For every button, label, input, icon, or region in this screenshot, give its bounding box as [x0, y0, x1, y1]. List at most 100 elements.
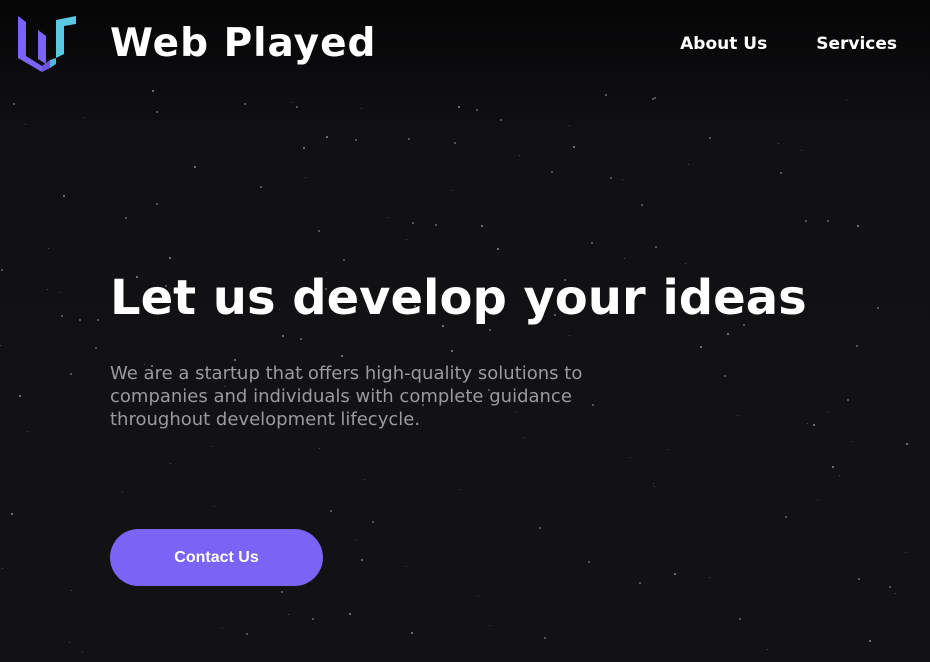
star-dot: [780, 172, 782, 174]
star-dot: [125, 217, 127, 219]
star-dot: [122, 492, 123, 493]
star-dot: [654, 97, 656, 99]
star-dot: [877, 307, 879, 309]
star-dot: [906, 443, 908, 445]
star-dot: [591, 242, 593, 244]
star-dot: [630, 457, 631, 458]
star-dot: [839, 475, 840, 476]
nav-link-services[interactable]: Services: [816, 32, 897, 56]
star-dot: [13, 103, 15, 105]
star-dot: [674, 573, 676, 575]
star-dot: [807, 423, 808, 424]
star-dot: [622, 179, 623, 180]
star-dot: [212, 446, 213, 447]
site-header: Web Played About Us Services: [0, 0, 930, 90]
star-dot: [610, 177, 612, 179]
star-dot: [454, 142, 456, 144]
star-dot: [214, 506, 215, 507]
star-dot: [569, 125, 570, 126]
star-dot: [355, 539, 356, 540]
star-dot: [639, 582, 641, 584]
star-dot: [588, 561, 590, 563]
landing-page: Web Played About Us Services Let us deve…: [0, 0, 930, 662]
star-dot: [411, 632, 413, 634]
star-dot: [169, 257, 171, 259]
star-dot: [832, 466, 834, 468]
star-dot: [408, 138, 410, 140]
star-dot: [83, 117, 84, 118]
star-dot: [364, 479, 365, 480]
star-dot: [805, 220, 807, 222]
star-dot: [296, 106, 298, 108]
star-dot: [25, 124, 26, 125]
star-dot: [767, 649, 768, 650]
star-dot: [544, 637, 546, 639]
star-dot: [361, 108, 362, 109]
star-dot: [388, 217, 389, 218]
star-dot: [847, 399, 849, 401]
star-dot: [330, 510, 332, 512]
star-dot: [97, 319, 99, 321]
hero-subtitle: We are a startup that offers high-qualit…: [110, 363, 583, 430]
star-dot: [300, 338, 302, 340]
star-dot: [451, 350, 453, 352]
star-dot: [489, 625, 490, 626]
star-dot: [856, 345, 858, 347]
contact-us-button[interactable]: Contact Us: [110, 529, 323, 586]
star-dot: [451, 190, 452, 191]
star-dot: [95, 347, 97, 349]
star-dot: [11, 513, 13, 515]
star-dot: [592, 404, 594, 406]
star-dot: [852, 441, 853, 442]
star-dot: [372, 521, 374, 523]
star-dot: [435, 224, 437, 226]
star-dot: [778, 143, 779, 144]
star-dot: [652, 98, 654, 100]
star-dot: [312, 618, 314, 620]
star-dot: [869, 640, 871, 642]
star-dot: [685, 263, 686, 264]
hero-title: Let us develop your ideas: [110, 270, 807, 326]
star-dot: [478, 595, 479, 596]
star-dot: [194, 166, 196, 168]
star-dot: [156, 203, 158, 205]
star-dot: [27, 431, 28, 432]
star-dot: [69, 642, 70, 643]
star-dot: [827, 220, 829, 222]
star-dot: [551, 171, 553, 173]
star-dot: [641, 204, 643, 206]
star-dot: [0, 345, 1, 346]
star-dot: [813, 424, 815, 426]
star-dot: [668, 449, 669, 450]
star-dot: [605, 94, 607, 96]
star-dot: [361, 559, 363, 561]
star-dot: [846, 100, 847, 101]
brand-name[interactable]: Web Played: [110, 20, 376, 68]
star-dot: [709, 577, 710, 578]
w-logo-icon[interactable]: [16, 12, 78, 72]
star-dot: [827, 412, 828, 413]
star-dot: [2, 568, 3, 569]
star-dot: [282, 335, 284, 337]
star-dot: [569, 335, 570, 336]
star-dot: [349, 613, 351, 615]
star-dot: [727, 333, 729, 335]
main-nav: About Us Services: [680, 32, 897, 56]
star-dot: [889, 586, 891, 588]
star-dot: [688, 164, 689, 165]
star-dot: [458, 106, 460, 108]
star-dot: [341, 355, 343, 357]
star-dot: [260, 186, 262, 188]
star-dot: [281, 591, 283, 593]
star-dot: [152, 90, 154, 92]
star-dot: [61, 315, 63, 317]
star-dot: [244, 103, 246, 105]
star-dot: [222, 628, 223, 629]
star-dot: [406, 239, 407, 240]
star-dot: [905, 552, 906, 553]
star-dot: [82, 652, 83, 653]
star-dot: [234, 359, 236, 361]
star-dot: [785, 516, 787, 518]
nav-link-about-us[interactable]: About Us: [680, 32, 767, 56]
star-dot: [895, 593, 896, 594]
